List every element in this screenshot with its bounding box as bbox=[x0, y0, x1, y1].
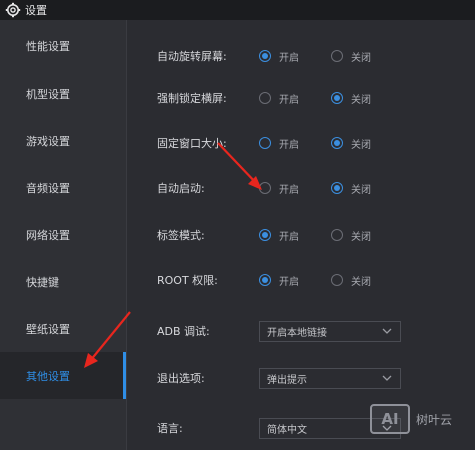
red-arrow-icon bbox=[84, 311, 131, 368]
red-arrow-icon bbox=[217, 142, 262, 190]
annotation-arrows bbox=[84, 142, 262, 368]
